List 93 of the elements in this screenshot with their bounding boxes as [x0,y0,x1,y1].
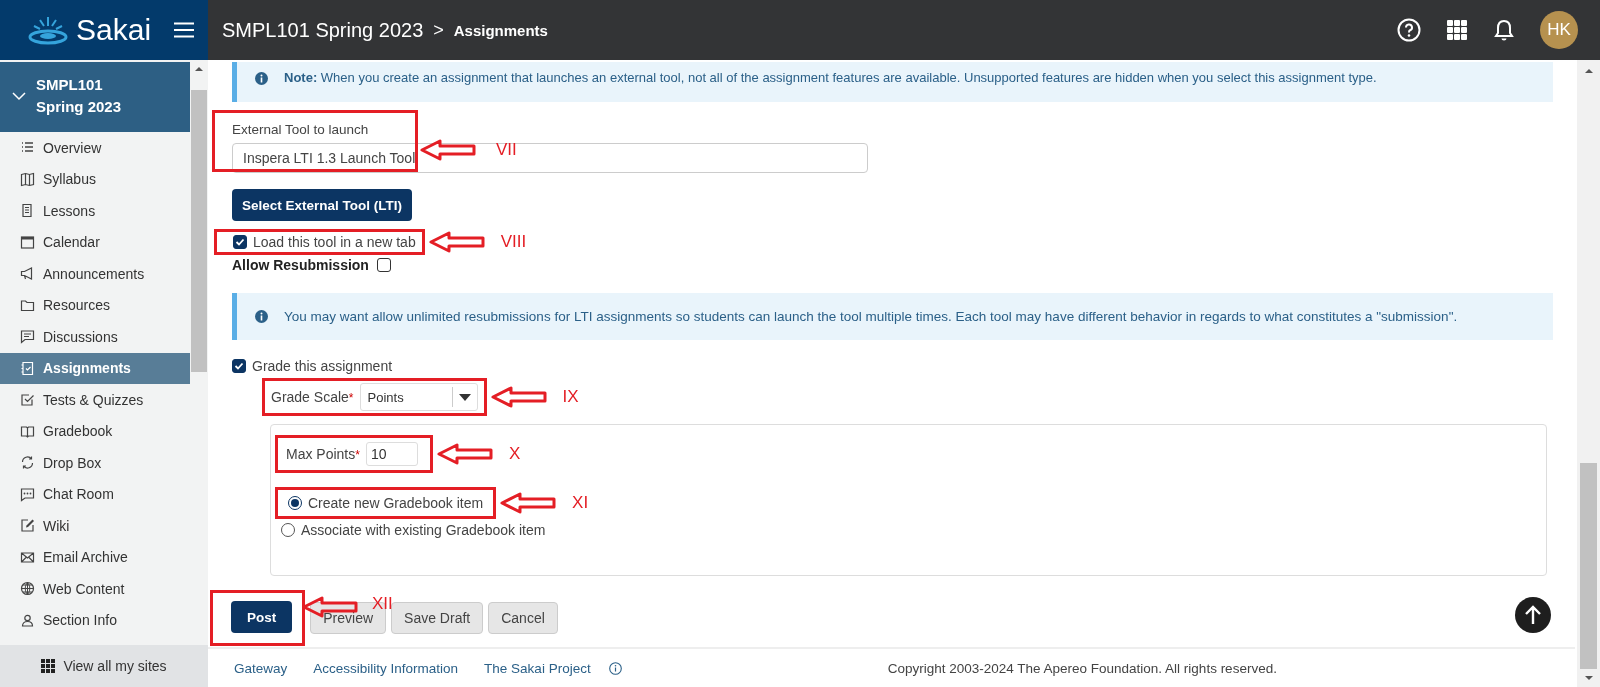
bell-icon[interactable] [1494,19,1514,41]
nav-item[interactable]: Drop Box [0,447,190,479]
breadcrumb-separator: > [433,19,444,41]
grade-scale-dropdown[interactable]: Points [359,383,478,411]
nav-item[interactable]: Wiki [0,510,190,542]
form-button[interactable]: Cancel [488,602,558,634]
book-icon [20,423,35,439]
checkbox[interactable] [233,235,247,249]
checkbox-label: Allow Resubmission [232,257,369,273]
form-button[interactable]: Save Draft [391,602,484,634]
note-text: Note: When you create an assignment that launches an external tool, not all of the assignment features are available. Unsupported features are hidden when you select this assignment type. [284,70,1377,85]
checkbox[interactable] [376,258,391,272]
post-button[interactable]: Post [231,601,293,633]
nav-item[interactable]: Gradebook [0,415,190,447]
person-icon [20,612,35,628]
back-to-top-button[interactable] [1515,597,1551,633]
document-icon [20,203,35,219]
apps-grid-icon[interactable] [1447,19,1468,41]
annotation-label: VII [496,140,517,160]
menu-icon[interactable] [174,22,194,38]
megaphone-icon [20,266,35,282]
arrow-up-icon [1524,605,1542,625]
breadcrumb-current: Assignments [453,21,548,39]
nav-item[interactable]: Lessons [0,195,190,227]
annotation-arrow [428,231,485,253]
annotation-arrow [436,443,493,465]
nav-item[interactable]: Discussions [0,321,190,353]
refresh-icon [20,455,35,471]
folder-icon [20,297,35,313]
info-icon[interactable] [608,661,622,675]
checkbox[interactable] [232,359,246,373]
annotation-label: VIII [500,232,527,252]
chevron-icon [12,91,26,101]
annotation-arrow [420,139,476,161]
calendar-icon [20,234,35,250]
scroll-down-icon[interactable] [1584,675,1593,681]
nav-item[interactable]: Web Content [0,573,190,605]
field-label: External Tool to launch [232,122,370,137]
scrollbar-thumb[interactable] [1580,463,1597,669]
nav-item[interactable]: Email Archive [0,541,190,573]
nav-item[interactable]: Assignments [0,352,190,384]
message-icon [20,329,35,345]
nav-item[interactable]: Announcements [0,258,190,290]
nav-item[interactable]: Section Info [0,604,190,636]
nav-item[interactable]: Syllabus [0,163,190,195]
scroll-up-icon[interactable] [195,66,203,72]
edit-icon [20,518,35,534]
footer-link[interactable]: Accessibility Information [313,660,459,676]
nav-item[interactable]: Tests & Quizzes [0,384,190,416]
radio-label: Create new Gradebook item [308,495,484,511]
scrollbar-thumb[interactable] [191,90,207,372]
nav-item[interactable]: Calendar [0,226,190,258]
nav-item[interactable]: Overview [0,132,190,164]
checkbox-label: Grade this assignment [252,358,393,374]
annotation-label: XI [572,493,589,513]
help-icon[interactable] [1397,18,1421,42]
nav-item[interactable]: Chat Room [0,478,190,510]
select-tool-button[interactable]: Select External Tool (LTI) [232,189,413,221]
radio-button[interactable] [288,496,302,510]
site-title: SMPL101 Spring 2023 [36,75,123,117]
info-icon [255,72,268,85]
breadcrumb-link[interactable]: SMPL101 Spring 2023 [222,18,424,42]
radio-button[interactable] [281,523,295,537]
footer-link[interactable]: The Sakai Project [484,660,591,676]
nav-item[interactable]: Resources [0,289,190,321]
checklist-icon [20,360,35,376]
annotation-label: IX [562,387,579,407]
info-text: You may want allow unlimited resubmissions for LTI assignments so students can launch the tool multiple times. Each tool may have different behavior in regards to what constitutes a "submission". [284,309,1458,324]
footer-link[interactable]: Gateway [234,660,288,676]
view-all-sites-button[interactable]: View all my sites [0,645,208,687]
caret-icon [458,393,471,401]
chat-icon [20,486,35,502]
checkbox-label: Load this tool in a new tab [253,234,416,250]
field-label: Grade Scale* [271,389,354,405]
check-icon [234,361,244,371]
scrollbar[interactable] [1577,60,1600,687]
copyright-text: Copyright 2003-2024 The Apereo Foundation. All rights reserved. [887,660,1277,676]
envelope-icon [20,549,35,565]
site-header[interactable]: SMPL101 Spring 2023 [0,62,190,132]
logo-icon [28,15,70,45]
radio-label: Associate with existing Gradebook item [301,522,546,538]
annotation-arrow [490,386,547,408]
check-icon [235,237,245,247]
apps-grid-icon [41,659,56,673]
annotation-label: X [508,444,521,464]
annotation-arrow [500,492,557,514]
info-icon [255,310,268,323]
map-icon [20,171,35,187]
globe-icon [20,581,35,597]
field-label: Max Points* [286,446,360,462]
checkbox-icon [20,392,35,408]
scroll-up-icon[interactable] [1584,68,1593,74]
max-points-field[interactable]: 10 [365,442,418,466]
